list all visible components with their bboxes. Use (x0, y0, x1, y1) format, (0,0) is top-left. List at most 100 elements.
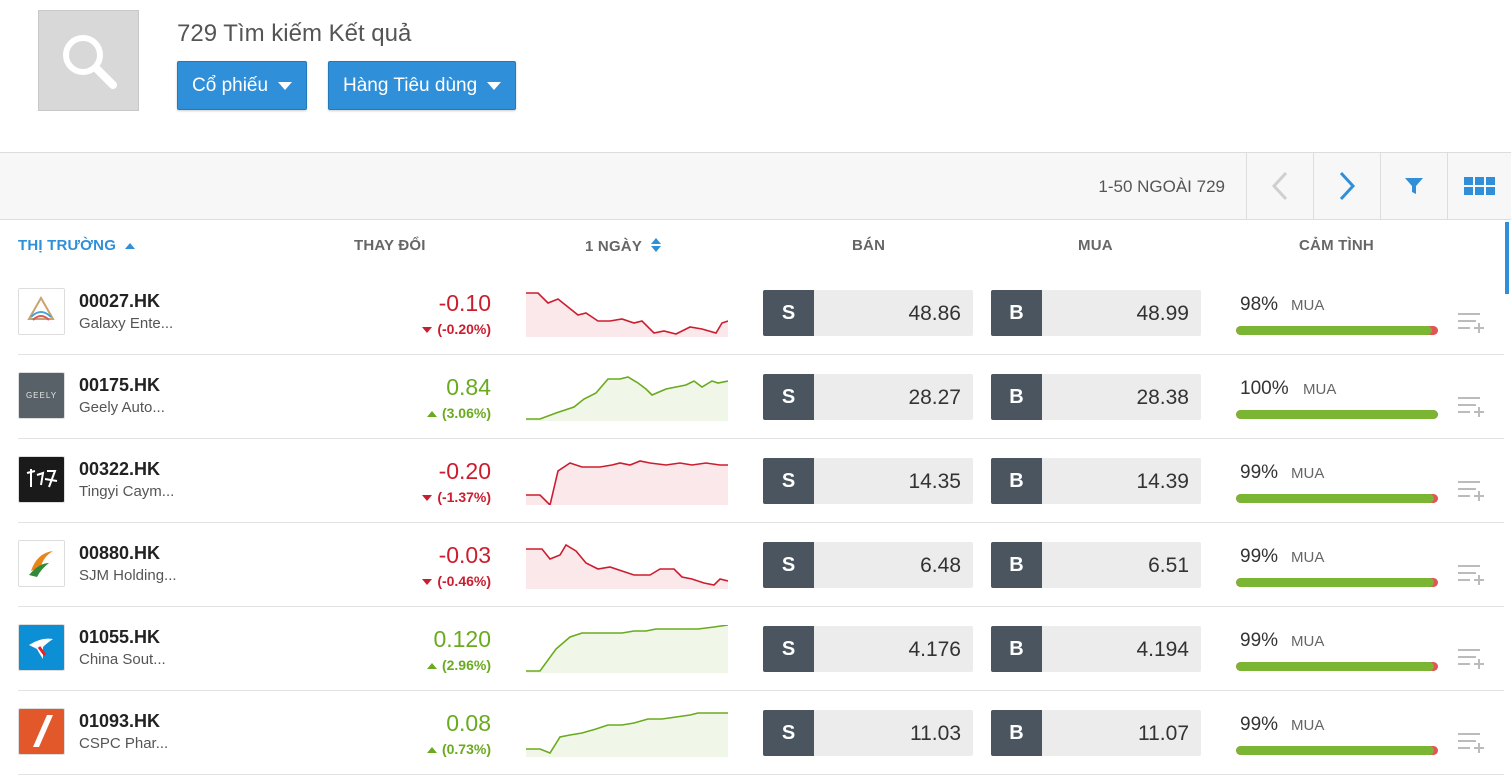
column-sentiment[interactable]: CẢM TÌNH (1299, 237, 1374, 254)
buy-button[interactable]: B 4.194 (991, 626, 1201, 672)
sell-label: S (763, 542, 814, 588)
scrollbar-thumb[interactable] (1505, 222, 1509, 294)
table-row[interactable]: 00880.HK SJM Holding... -0.03 (-0.46%) S 6.48… (18, 523, 1504, 607)
change-percent: (0.73%) (426, 741, 491, 757)
prev-page-button[interactable] (1246, 153, 1313, 219)
buy-button[interactable]: B 48.99 (991, 290, 1201, 336)
next-page-button[interactable] (1313, 153, 1380, 219)
logo-geely: GEELY (19, 373, 64, 418)
table-row[interactable]: GEELY 00175.HK Geely Auto... 0.84 (3.06%) S 28… (18, 355, 1504, 439)
column-change[interactable]: THAY ĐỔI (354, 237, 426, 254)
column-market-label: THỊ TRƯỜNG (18, 237, 117, 254)
instrument-symbol[interactable]: 00322.HK (79, 459, 160, 480)
buy-label: B (991, 374, 1042, 420)
sparkline (526, 460, 728, 505)
column-one-day-label: 1 NGÀY (585, 238, 642, 255)
sentiment-bar (1236, 746, 1438, 755)
triangle-down-icon (422, 327, 433, 334)
filter-button[interactable] (1380, 153, 1447, 219)
sentiment-label: MUA (1291, 465, 1325, 482)
instrument-symbol[interactable]: 01055.HK (79, 627, 160, 648)
grid-view-icon (1463, 177, 1495, 195)
change-percent-text: (2.96%) (441, 657, 491, 673)
column-market[interactable]: THỊ TRƯỜNG (18, 237, 136, 254)
triangle-up-icon (426, 411, 437, 418)
add-to-watchlist-icon[interactable] (1458, 311, 1486, 333)
sort-asc-icon (125, 243, 136, 249)
buy-label: B (991, 290, 1042, 336)
change-value: -0.20 (438, 458, 491, 484)
search-icon (62, 34, 117, 89)
instrument-logo (18, 540, 65, 587)
sparkline-area (526, 461, 728, 505)
sentiment-bar (1236, 494, 1438, 503)
instrument-name: Galaxy Ente... (79, 315, 174, 332)
table-row[interactable]: 00027.HK Galaxy Ente... -0.10 (-0.20%) S 48.8… (18, 271, 1504, 355)
sparkline (526, 543, 728, 589)
sentiment-bar-fill (1236, 410, 1438, 419)
buy-button[interactable]: B 28.38 (991, 374, 1201, 420)
sentiment-bar (1236, 662, 1438, 671)
change-value: -0.10 (438, 290, 491, 316)
sentiment-percent: 99% (1240, 546, 1279, 567)
sentiment-bar-fill (1236, 326, 1432, 335)
add-to-watchlist-icon[interactable] (1458, 563, 1486, 585)
column-buy[interactable]: MUA (1078, 237, 1113, 254)
buy-price: 48.99 (1136, 302, 1189, 325)
instrument-symbol[interactable]: 00880.HK (79, 543, 160, 564)
sell-price: 11.03 (910, 722, 961, 745)
sparkline (526, 625, 728, 673)
table-row[interactable]: 01055.HK China Sout... 0.120 (2.96%) S 4.176 B… (18, 607, 1504, 691)
sentiment-percent: 100% (1240, 378, 1289, 399)
sell-button[interactable]: S 48.86 (763, 290, 973, 336)
results-title: 729 Tìm kiếm Kết quả (177, 20, 412, 47)
table-row[interactable]: 01093.HK CSPC Phar... 0.08 (0.73%) S 11.03 B 11… (18, 691, 1504, 775)
change-percent: (-1.37%) (422, 489, 491, 505)
sell-button[interactable]: S 14.35 (763, 458, 973, 504)
buy-button[interactable]: B 14.39 (991, 458, 1201, 504)
sell-price: 48.86 (908, 302, 961, 325)
add-to-watchlist-icon[interactable] (1458, 395, 1486, 417)
buy-price: 28.38 (1136, 386, 1189, 409)
column-one-day[interactable]: 1 NGÀY (585, 237, 662, 255)
sell-price: 4.176 (908, 638, 961, 661)
add-to-watchlist-icon[interactable] (1458, 479, 1486, 501)
grid-view-button[interactable] (1447, 153, 1511, 219)
change-value: 0.08 (446, 710, 491, 736)
instrument-logo (18, 288, 65, 335)
sentiment-label: MUA (1291, 297, 1325, 314)
caret-down-icon (487, 81, 502, 90)
sentiment-bar-fill (1236, 746, 1434, 755)
pagination-info: 1-50 NGOÀI 729 (1098, 177, 1225, 196)
instrument-logo (18, 708, 65, 755)
change-percent: (-0.20%) (422, 321, 491, 337)
sparkline-area (526, 713, 728, 757)
sell-button[interactable]: S 6.48 (763, 542, 973, 588)
instrument-logo: GEELY (18, 372, 65, 419)
sentiment-label: MUA (1291, 549, 1325, 566)
instrument-symbol[interactable]: 01093.HK (79, 711, 160, 732)
buy-label: B (991, 626, 1042, 672)
change-value: 0.84 (446, 374, 491, 400)
buy-button[interactable]: B 11.07 (991, 710, 1201, 756)
chevron-right-icon (1339, 171, 1356, 201)
buy-label: B (991, 710, 1042, 756)
add-to-watchlist-icon[interactable] (1458, 731, 1486, 753)
sell-button[interactable]: S 28.27 (763, 374, 973, 420)
triangle-up-icon (426, 663, 437, 670)
category-dropdown[interactable]: Hàng Tiêu dùng (328, 61, 517, 110)
table-row[interactable]: 00322.HK Tingyi Caym... -0.20 (-1.37%) S 14.3… (18, 439, 1504, 523)
add-to-watchlist-icon[interactable] (1458, 647, 1486, 669)
sell-button[interactable]: S 11.03 (763, 710, 973, 756)
column-sell[interactable]: BÁN (852, 237, 885, 254)
sell-button[interactable]: S 4.176 (763, 626, 973, 672)
buy-button[interactable]: B 6.51 (991, 542, 1201, 588)
sentiment-percent: 99% (1240, 714, 1279, 735)
asset-type-dropdown[interactable]: Cổ phiếu (177, 61, 308, 110)
search-header: 729 Tìm kiếm Kết quả Cổ phiếu Hàng Tiêu … (0, 0, 1511, 152)
change-percent-text: (-0.46%) (437, 573, 491, 589)
category-label: Hàng Tiêu dùng (343, 74, 478, 96)
triangle-up-icon (426, 747, 437, 754)
instrument-symbol[interactable]: 00027.HK (79, 291, 160, 312)
instrument-symbol[interactable]: 00175.HK (79, 375, 160, 396)
